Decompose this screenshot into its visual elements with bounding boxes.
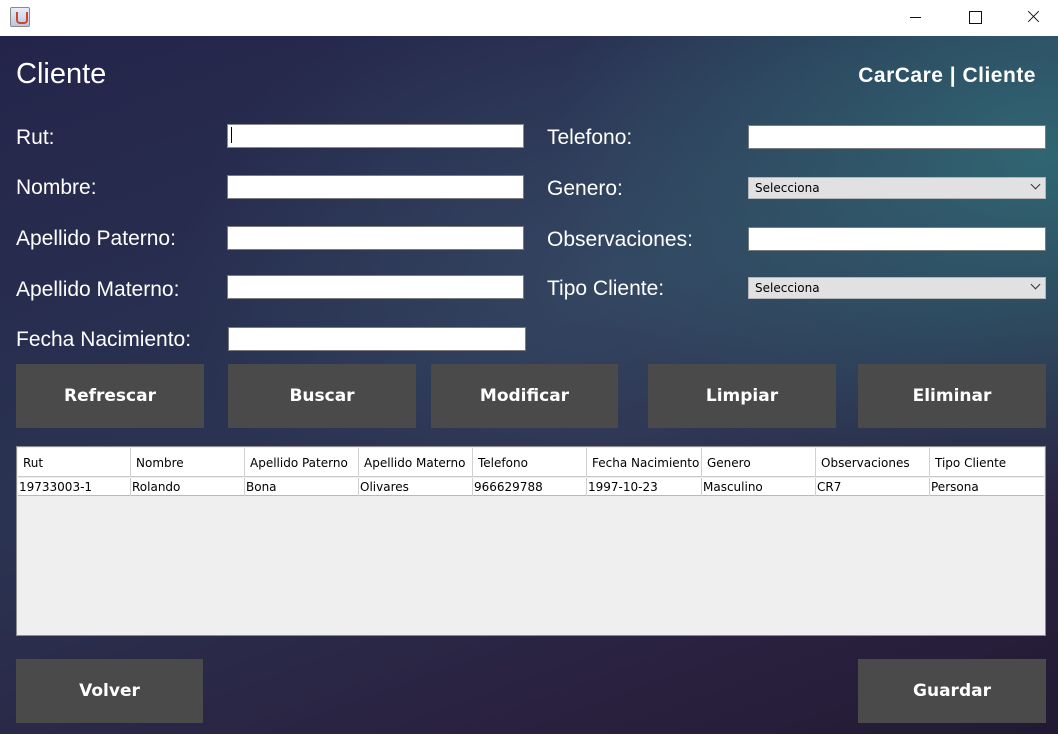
apellido-materno-label: Apellido Materno: [16, 278, 180, 301]
column-header[interactable]: Observaciones [816, 448, 930, 477]
genero-label: Genero: [547, 177, 623, 200]
column-header[interactable]: Fecha Nacimiento [587, 448, 702, 477]
close-icon[interactable] [1010, 0, 1056, 34]
chevron-down-icon [1030, 179, 1041, 190]
tipo-cliente-selected-value: Selecciona [755, 281, 820, 295]
text-caret [231, 127, 232, 143]
column-header[interactable]: Telefono [473, 448, 587, 477]
column-header[interactable]: Apellido Materno [359, 448, 473, 477]
genero-selected-value: Selecciona [755, 181, 820, 195]
table-row[interactable]: 19733003-1 Rolando Bona Olivares 9666297… [18, 478, 1044, 496]
main-panel: Cliente CarCare | Cliente Rut: Nombre: A… [0, 36, 1058, 734]
fecha-nacimiento-input[interactable] [228, 327, 526, 351]
genero-select[interactable]: Selecciona [748, 177, 1046, 199]
title-bar [0, 0, 1058, 36]
observaciones-label: Observaciones: [547, 228, 693, 251]
table-header: Rut Nombre Apellido Paterno Apellido Mat… [18, 448, 1044, 477]
buscar-button[interactable]: Buscar [228, 364, 416, 428]
java-cup-icon [10, 7, 30, 27]
limpiar-button[interactable]: Limpiar [648, 364, 836, 428]
minimize-icon[interactable] [892, 0, 938, 34]
maximize-icon[interactable] [951, 0, 997, 34]
tipo-cliente-label: Tipo Cliente: [547, 277, 665, 300]
clientes-table[interactable]: Rut Nombre Apellido Paterno Apellido Mat… [16, 446, 1046, 636]
apellido-paterno-input[interactable] [227, 226, 524, 250]
chevron-down-icon [1030, 279, 1041, 290]
refrescar-button[interactable]: Refrescar [16, 364, 204, 428]
table-cell: CR7 [816, 478, 930, 496]
guardar-button[interactable]: Guardar [858, 659, 1046, 723]
eliminar-button[interactable]: Eliminar [858, 364, 1046, 428]
table-cell: Rolando [131, 478, 245, 496]
table-cell: Persona [931, 480, 979, 494]
column-header[interactable]: Apellido Paterno [245, 448, 359, 477]
column-header[interactable]: Tipo Cliente [930, 448, 1044, 477]
table-cell: Bona [245, 478, 359, 496]
table-cell: Masculino [702, 478, 816, 496]
volver-button[interactable]: Volver [16, 659, 203, 723]
nombre-label: Nombre: [16, 176, 97, 199]
telefono-input[interactable] [748, 125, 1046, 149]
apellido-materno-input[interactable] [227, 275, 524, 299]
column-header[interactable]: Nombre [131, 448, 245, 477]
fecha-nacimiento-label: Fecha Nacimiento: [16, 328, 192, 351]
tipo-cliente-select[interactable]: Selecciona [748, 277, 1046, 299]
column-header[interactable]: Rut [18, 448, 131, 477]
observaciones-input[interactable] [748, 227, 1046, 251]
page-title: Cliente [16, 58, 107, 90]
nombre-input[interactable] [227, 175, 524, 199]
column-header[interactable]: Genero [702, 448, 816, 477]
table-cell: 1997-10-23 [587, 478, 702, 496]
brand-label: CarCare | Cliente [858, 64, 1036, 87]
table-cell: 966629788 [473, 478, 587, 496]
telefono-label: Telefono: [547, 126, 633, 149]
table-cell: Olivares [359, 478, 473, 496]
rut-label: Rut: [16, 126, 55, 149]
table-cell: 19733003-1 [18, 478, 131, 496]
rut-input[interactable] [227, 124, 524, 148]
modificar-button[interactable]: Modificar [431, 364, 618, 428]
apellido-paterno-label: Apellido Paterno: [16, 227, 176, 250]
